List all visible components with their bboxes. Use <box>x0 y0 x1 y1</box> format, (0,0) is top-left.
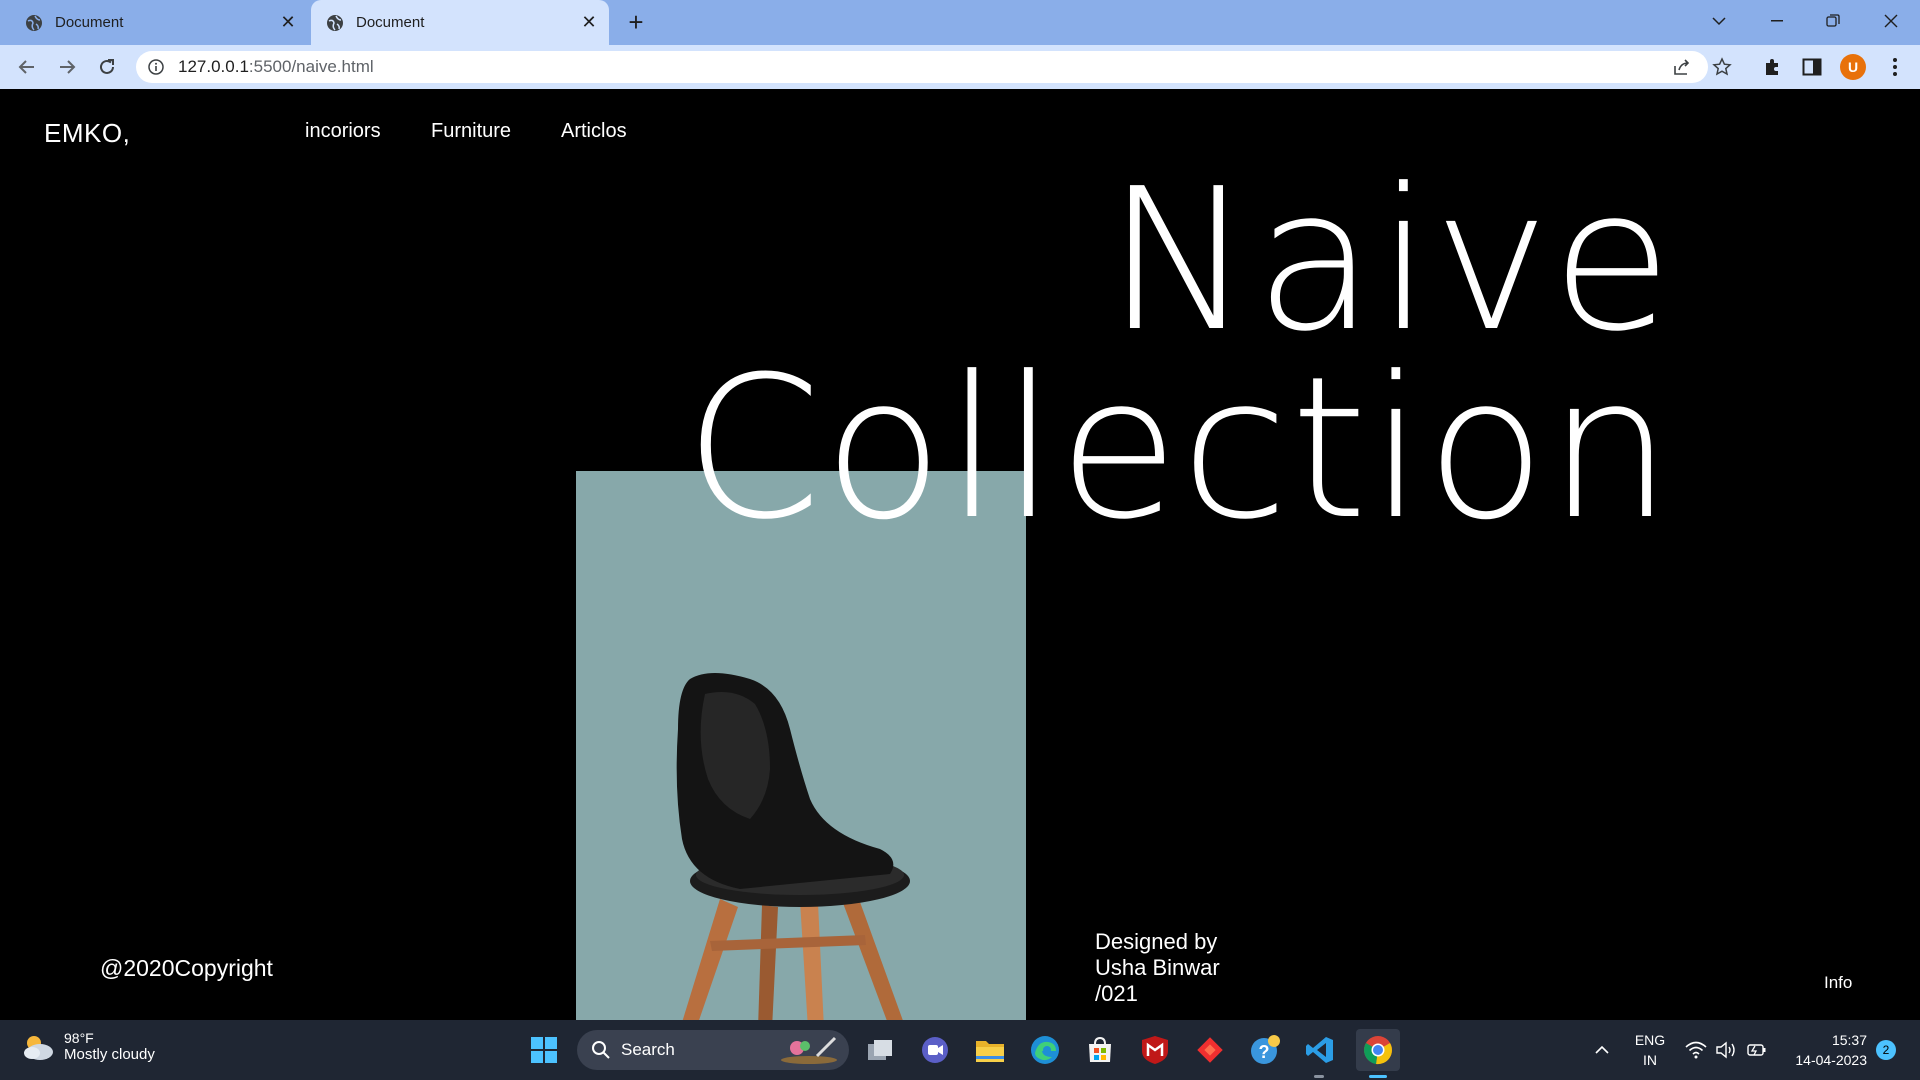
microsoft-store-icon[interactable] <box>1084 1034 1116 1066</box>
file-explorer-icon[interactable] <box>974 1034 1006 1066</box>
system-clock[interactable]: 15:37 14-04-2023 <box>1782 1030 1867 1070</box>
restore-button[interactable] <box>1810 6 1856 36</box>
browser-toolbar: 127.0.0.1:5500/naive.html U <box>0 45 1920 89</box>
new-tab-button[interactable]: + <box>622 9 650 37</box>
edge-browser-icon[interactable] <box>1029 1034 1061 1066</box>
taskbar: 98°F Mostly cloudy Search ? ENG IN 15:37… <box>0 1020 1920 1080</box>
get-help-icon[interactable]: ? <box>1249 1034 1281 1066</box>
menu-icon[interactable] <box>1883 55 1907 79</box>
teams-chat-icon[interactable] <box>919 1034 951 1066</box>
weather-condition: Mostly cloudy <box>64 1046 155 1063</box>
chrome-icon[interactable] <box>1356 1029 1400 1071</box>
hero-title-line1: Naive <box>1106 147 1674 375</box>
show-hidden-icons-chevron-icon[interactable] <box>1586 1034 1618 1066</box>
weather-widget[interactable]: 98°F Mostly cloudy <box>20 1030 155 1063</box>
chair-image <box>676 673 910 1020</box>
extensions-icon[interactable] <box>1760 55 1784 79</box>
credits-line2: Usha Binwar <box>1095 955 1220 980</box>
bookmark-star-icon[interactable] <box>1708 51 1736 83</box>
close-icon[interactable]: ✕ <box>278 12 298 33</box>
side-panel-icon[interactable] <box>1800 55 1824 79</box>
hero-title-line2: Collection <box>684 335 1674 563</box>
url-path: :5500/naive.html <box>248 57 374 76</box>
tab-title: Document <box>356 14 425 31</box>
windows-start-icon[interactable] <box>528 1034 560 1066</box>
notification-badge[interactable]: 2 <box>1876 1040 1896 1060</box>
globe-icon <box>327 14 343 31</box>
info-link[interactable]: Info <box>1824 973 1852 993</box>
vscode-icon[interactable] <box>1304 1034 1336 1066</box>
svg-text:?: ? <box>1259 1042 1270 1062</box>
designer-credits: Designed by Usha Binwar /021 <box>1095 929 1220 1007</box>
running-app-indicator <box>1314 1075 1324 1078</box>
active-app-indicator <box>1369 1075 1387 1078</box>
tab-search-icon[interactable] <box>1696 6 1742 36</box>
region-code: IN <box>1643 1052 1657 1068</box>
weather-temperature: 98°F <box>64 1030 94 1046</box>
taskbar-search[interactable]: Search <box>577 1030 849 1070</box>
info-icon[interactable] <box>148 59 164 75</box>
url-text[interactable]: 127.0.0.1:5500/naive.html <box>178 57 374 77</box>
close-window-button[interactable] <box>1868 6 1914 36</box>
nav-link-furniture[interactable]: Furniture <box>431 120 511 143</box>
forward-button[interactable] <box>53 53 81 81</box>
profile-avatar[interactable]: U <box>1840 54 1866 80</box>
back-button[interactable] <box>13 53 41 81</box>
brand-logo[interactable]: EMKO, <box>44 118 130 149</box>
task-view-icon[interactable] <box>864 1034 896 1066</box>
volume-icon[interactable] <box>1710 1034 1742 1066</box>
wifi-icon[interactable] <box>1680 1034 1712 1066</box>
share-icon[interactable] <box>1668 51 1696 83</box>
reload-button[interactable] <box>93 53 121 81</box>
mcafee-icon[interactable] <box>1139 1034 1171 1066</box>
minimize-button[interactable] <box>1754 6 1800 36</box>
tab-title: Document <box>55 14 124 31</box>
address-bar[interactable]: 127.0.0.1:5500/naive.html <box>136 51 1708 83</box>
clock-date: 14-04-2023 <box>1795 1052 1867 1068</box>
search-icon <box>592 1041 610 1059</box>
globe-icon <box>26 14 42 31</box>
battery-icon[interactable] <box>1740 1034 1772 1066</box>
tab-document-1[interactable]: Document ✕ <box>10 0 308 45</box>
search-highlight-icon <box>781 1036 837 1064</box>
credits-line1: Designed by <box>1095 929 1218 954</box>
close-icon[interactable]: ✕ <box>579 12 599 33</box>
anydesk-icon[interactable] <box>1194 1034 1226 1066</box>
page-viewport: EMKO, incoriors Furniture Articlos Naive… <box>0 89 1920 1020</box>
url-host: 127.0.0.1 <box>178 57 249 76</box>
clock-time: 15:37 <box>1831 1032 1867 1048</box>
search-label: Search <box>621 1040 675 1059</box>
nav-link-interiors[interactable]: incoriors <box>305 120 381 143</box>
nav-link-articles[interactable]: Articlos <box>561 120 627 143</box>
credits-line3: /021 <box>1095 981 1138 1006</box>
copyright-text: @2020Copyright <box>100 955 273 981</box>
language-code: ENG <box>1634 1032 1666 1048</box>
tab-strip: Document ✕ Document ✕ + <box>0 0 1920 45</box>
tab-document-2[interactable]: Document ✕ <box>311 0 609 45</box>
language-indicator[interactable]: ENG IN <box>1630 1030 1670 1070</box>
cloudy-weather-icon <box>24 1035 53 1060</box>
